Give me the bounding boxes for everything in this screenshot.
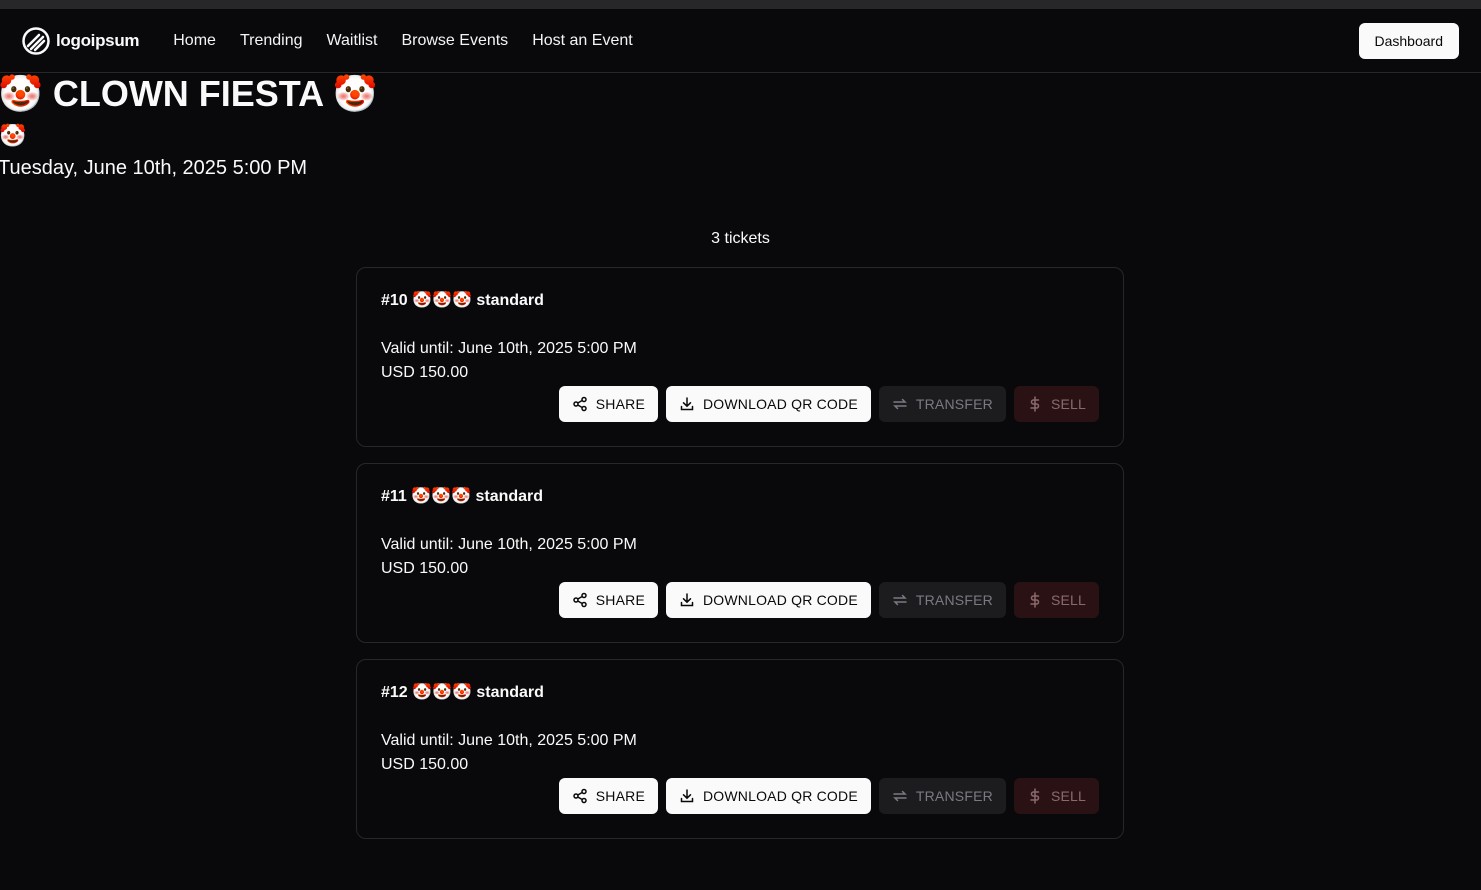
transfer-icon xyxy=(893,398,907,410)
share-icon xyxy=(573,396,587,412)
ticket-title: #10 🤡🤡🤡 standard xyxy=(381,292,544,309)
transfer-label: TRANSFER xyxy=(915,788,993,804)
event-emoji: 🤡 xyxy=(0,123,27,148)
sell-button[interactable]: SELL xyxy=(1013,386,1099,422)
event-title: 🤡 CLOWN FIESTA 🤡 xyxy=(0,73,378,114)
top-strip xyxy=(0,0,1481,9)
dollar-icon xyxy=(1030,788,1040,804)
event-header: 🤡 CLOWN FIESTA 🤡 🤡 Tuesday, June 10th, 2… xyxy=(0,74,1481,180)
navbar: logoipsum Home Trending Waitlist Browse … xyxy=(0,9,1481,73)
share-label: SHARE xyxy=(595,592,645,608)
logo[interactable]: logoipsum xyxy=(22,26,140,55)
share-label: SHARE xyxy=(595,788,645,804)
share-button[interactable]: SHARE xyxy=(558,386,658,422)
transfer-label: TRANSFER xyxy=(915,396,993,412)
transfer-button[interactable]: TRANSFER xyxy=(878,582,1006,618)
ticket-price: USD 150.00 xyxy=(381,560,469,577)
ticket-valid-until: Valid until: June 10th, 2025 5:00 PM xyxy=(381,340,637,357)
download-label: DOWNLOAD QR CODE xyxy=(702,592,858,608)
tickets-count: 3 tickets xyxy=(711,230,770,247)
share-icon xyxy=(573,788,587,804)
transfer-icon xyxy=(893,790,907,802)
ticket-card: #12 🤡🤡🤡 standard Valid until: June 10th,… xyxy=(356,659,1124,839)
share-button[interactable]: SHARE xyxy=(558,582,658,618)
ticket-title: #11 🤡🤡🤡 standard xyxy=(381,488,544,505)
ticket-valid-until: Valid until: June 10th, 2025 5:00 PM xyxy=(381,732,637,749)
dollar-icon xyxy=(1030,592,1040,608)
sell-label: SELL xyxy=(1050,788,1086,804)
sell-label: SELL xyxy=(1050,592,1086,608)
download-icon xyxy=(680,789,694,803)
download-label: DOWNLOAD QR CODE xyxy=(702,396,858,412)
ticket-actions: SHARE DOWNLOAD QR CODE TRANSFER SELL xyxy=(558,778,1099,814)
download-icon xyxy=(680,397,694,411)
ticket-list: #10 🤡🤡🤡 standard Valid until: June 10th,… xyxy=(356,267,1124,839)
dashboard-button[interactable]: Dashboard xyxy=(1358,22,1459,59)
event-date: Tuesday, June 10th, 2025 5:00 PM xyxy=(0,157,308,179)
ticket-actions: SHARE DOWNLOAD QR CODE TRANSFER SELL xyxy=(558,582,1099,618)
share-label: SHARE xyxy=(595,396,645,412)
logo-icon xyxy=(22,26,50,55)
share-icon xyxy=(573,592,587,608)
logo-text: logoipsum xyxy=(56,30,140,50)
sell-button[interactable]: SELL xyxy=(1013,582,1099,618)
ticket-price: USD 150.00 xyxy=(381,756,469,773)
transfer-button[interactable]: TRANSFER xyxy=(878,778,1006,814)
dollar-icon xyxy=(1030,396,1040,412)
download-icon xyxy=(680,593,694,607)
nav-link-home[interactable]: Home xyxy=(173,32,216,50)
nav-link-browse-events[interactable]: Browse Events xyxy=(401,32,508,50)
ticket-price: USD 150.00 xyxy=(381,364,469,381)
ticket-actions: SHARE DOWNLOAD QR CODE TRANSFER SELL xyxy=(558,386,1099,422)
ticket-card: #11 🤡🤡🤡 standard Valid until: June 10th,… xyxy=(356,463,1124,643)
ticket-card: #10 🤡🤡🤡 standard Valid until: June 10th,… xyxy=(356,267,1124,447)
sell-label: SELL xyxy=(1050,396,1086,412)
download-label: DOWNLOAD QR CODE xyxy=(702,788,858,804)
sell-button[interactable]: SELL xyxy=(1013,778,1099,814)
share-button[interactable]: SHARE xyxy=(558,778,658,814)
transfer-button[interactable]: TRANSFER xyxy=(878,386,1006,422)
nav-link-waitlist[interactable]: Waitlist xyxy=(327,32,378,50)
ticket-title: #12 🤡🤡🤡 standard xyxy=(381,684,544,701)
download-qr-button[interactable]: DOWNLOAD QR CODE xyxy=(665,386,871,422)
nav-link-host-event[interactable]: Host an Event xyxy=(532,32,633,50)
transfer-label: TRANSFER xyxy=(915,592,993,608)
nav-links: Home Trending Waitlist Browse Events Hos… xyxy=(173,32,632,50)
nav-link-trending[interactable]: Trending xyxy=(240,32,303,50)
ticket-valid-until: Valid until: June 10th, 2025 5:00 PM xyxy=(381,536,637,553)
download-qr-button[interactable]: DOWNLOAD QR CODE xyxy=(665,582,871,618)
download-qr-button[interactable]: DOWNLOAD QR CODE xyxy=(665,778,871,814)
transfer-icon xyxy=(893,594,907,606)
